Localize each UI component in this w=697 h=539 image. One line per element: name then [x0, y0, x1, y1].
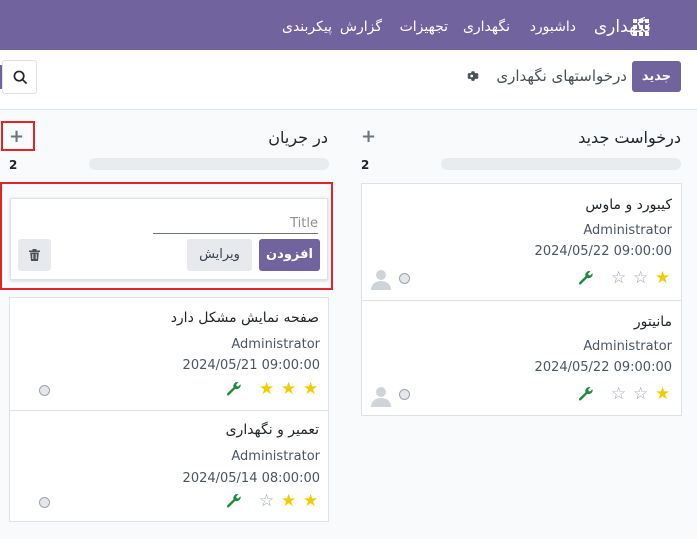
priority-star-2[interactable]: ★	[281, 381, 296, 398]
card-title: کیبورد و ماوس	[585, 197, 672, 213]
status-dot[interactable]	[399, 389, 410, 400]
app-brand[interactable]: نگهداری	[594, 17, 651, 37]
priority-star-1[interactable]: ★	[655, 386, 670, 403]
card-title: صفحه نمایش مشکل دارد	[170, 310, 319, 326]
menu-dashboard[interactable]: داشبورد	[530, 19, 576, 35]
priority-star-3[interactable]: ★	[259, 381, 274, 398]
card-user: Administrator	[583, 339, 672, 354]
priority-star-2[interactable]: ★	[281, 493, 296, 510]
breadcrumb: درخواستهای نگهداری	[496, 67, 627, 85]
priority-star-2[interactable]: ☆	[633, 270, 648, 287]
highlight-box-quick-create	[0, 182, 333, 290]
top-navbar: نگهداری داشبورد نگهداری تجهیزات گزارش پی…	[0, 0, 697, 50]
priority-star-1[interactable]: ★	[303, 381, 318, 398]
card-date: 2024/05/22 09:00:00	[534, 360, 672, 375]
gear-icon[interactable]	[466, 69, 480, 87]
status-dot[interactable]	[39, 497, 50, 508]
card-date: 2024/05/22 09:00:00	[534, 244, 672, 259]
avatar-icon	[371, 387, 391, 407]
control-panel: جدید درخواستهای نگهداری	[0, 50, 697, 110]
menu-maintenance[interactable]: نگهداری	[463, 19, 510, 35]
card-user: Administrator	[583, 223, 672, 238]
wrench-icon	[226, 382, 241, 396]
menu-reporting[interactable]: گزارش	[340, 19, 382, 35]
column-count-new: 2	[361, 158, 370, 172]
priority-star-1[interactable]: ★	[303, 493, 318, 510]
column-progress-new	[441, 158, 681, 170]
priority-star-3[interactable]: ☆	[259, 493, 274, 510]
priority-star-2[interactable]: ☆	[633, 386, 648, 403]
new-button[interactable]: جدید	[632, 61, 681, 92]
column-add-icon-new[interactable]: +	[361, 126, 376, 147]
wrench-icon	[578, 271, 593, 285]
card-user: Administrator	[231, 449, 320, 464]
search-button[interactable]	[2, 60, 37, 94]
wrench-icon	[578, 387, 593, 401]
menu-configuration[interactable]: پیکربندی	[282, 19, 332, 35]
priority-star-3[interactable]: ☆	[611, 386, 626, 403]
status-dot[interactable]	[39, 385, 50, 396]
highlight-box-add	[1, 121, 35, 151]
card-title: مانیتور	[633, 314, 672, 330]
status-dot[interactable]	[399, 273, 410, 284]
search-icon	[13, 70, 28, 85]
card-date: 2024/05/14 08:00:00	[182, 471, 320, 486]
column-count-in-progress: 2	[9, 158, 18, 172]
priority-star-1[interactable]: ★	[655, 270, 670, 287]
priority-star-3[interactable]: ☆	[611, 270, 626, 287]
card-date: 2024/05/21 09:00:00	[182, 358, 320, 373]
column-title-new: درخواست جدید	[578, 128, 681, 147]
menu-equipment[interactable]: تجهیزات	[400, 19, 448, 35]
wrench-icon	[226, 494, 241, 508]
card-title: تعمیر و نگهداری	[225, 422, 319, 438]
card-user: Administrator	[231, 337, 320, 352]
avatar-icon	[371, 270, 391, 290]
column-progress-in-progress	[89, 158, 329, 170]
column-title-in-progress: در جریان	[268, 128, 328, 147]
